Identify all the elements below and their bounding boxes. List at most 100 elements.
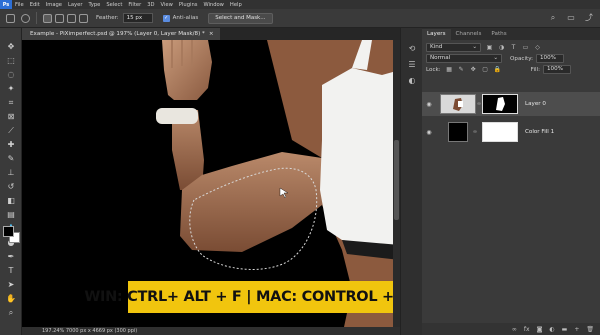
fill-layer-thumbnail	[448, 122, 468, 142]
fill-input[interactable]: 100%	[543, 65, 571, 74]
intersect-selection-icon[interactable]	[79, 13, 88, 23]
scrollbar-thumb[interactable]	[394, 140, 399, 220]
adjustment-filter-icon[interactable]: ◑	[498, 44, 505, 51]
opacity-label: Opacity:	[510, 55, 533, 62]
chevron-down-icon: ⌄	[472, 44, 477, 50]
vertical-scrollbar[interactable]	[393, 40, 400, 327]
feather-label: Feather:	[96, 15, 119, 21]
lock-row: Lock: ▦ ✎ ✥ ▢ 🔒 Fill: 100%	[422, 64, 600, 75]
background-color-swatch[interactable]	[3, 226, 14, 237]
adjustment-icon[interactable]: ◐	[549, 326, 554, 333]
antialias-checkbox[interactable]: ✓	[162, 14, 170, 22]
feather-input[interactable]: 15 px	[122, 13, 153, 23]
filter-row: Kind ⌄ ▣ ◑ T ▭ ◇	[422, 42, 600, 53]
type-tool-icon[interactable]: T	[6, 266, 16, 276]
properties-icon[interactable]: ☰	[407, 60, 417, 70]
adjustments-icon[interactable]: ◐	[407, 76, 417, 86]
kind-label: Kind	[430, 44, 443, 50]
folder-icon[interactable]: ▬	[562, 326, 568, 333]
crop-tool-icon[interactable]: ⌗	[6, 98, 16, 108]
menu-bar: Ps File Edit Image Layer Type Select Fil…	[0, 0, 600, 9]
history-icon[interactable]: ⟲	[407, 44, 417, 54]
move-tool-icon[interactable]: ✥	[6, 42, 16, 52]
eye-icon[interactable]: ◉	[422, 101, 436, 108]
layer-row[interactable]: ◉ ∞ Color Fill 1	[422, 120, 600, 144]
menu-edit[interactable]: Edit	[27, 2, 43, 8]
document-tab[interactable]: Example - PiXimperfect.psd @ 197% (Layer…	[22, 28, 220, 40]
document-title: Example - PiXimperfect.psd @ 197% (Layer…	[30, 31, 205, 37]
search-icon[interactable]: ⌕	[548, 13, 558, 23]
tools-panel: ✥ ⬚ ◌ ✦ ⌗ ⊠ ⟋ ✚ ✎ ⊥ ↺ ◧ ▤ 💧 ● ✒ T ➤ ✋ ⌕	[0, 28, 22, 335]
layers-panel: Layers Channels Paths Kind ⌄ ▣ ◑ T ▭ ◇ No…	[422, 28, 600, 335]
layer-mask-thumbnail[interactable]	[482, 122, 518, 142]
eyedropper-tool-icon[interactable]: ⟋	[6, 126, 16, 136]
options-right-icons: ⌕ ▭ ⤴	[548, 13, 594, 23]
lock-paint-icon[interactable]: ✎	[458, 66, 465, 73]
menu-plugins[interactable]: Plugins	[176, 2, 201, 8]
mask-icon[interactable]: ◙	[537, 326, 543, 333]
layer-mask-thumbnail[interactable]	[482, 94, 518, 114]
menu-select[interactable]: Select	[103, 2, 125, 8]
blend-mode-dropdown[interactable]: Normal ⌄	[426, 54, 502, 63]
brush-tool-icon[interactable]: ✎	[6, 154, 16, 164]
shape-filter-icon[interactable]: ▭	[522, 44, 529, 51]
magic-wand-tool-icon[interactable]: ✦	[6, 84, 16, 94]
gradient-tool-icon[interactable]: ▤	[6, 210, 16, 220]
menu-type[interactable]: Type	[85, 2, 103, 8]
lock-pixels-icon[interactable]: ▦	[446, 66, 453, 73]
menu-image[interactable]: Image	[43, 2, 65, 8]
frame-tool-icon[interactable]: ⊠	[6, 112, 16, 122]
menu-filter[interactable]: Filter	[125, 2, 144, 8]
healing-brush-tool-icon[interactable]: ✚	[6, 140, 16, 150]
type-filter-icon[interactable]: T	[510, 44, 517, 51]
watch	[156, 108, 198, 124]
clone-stamp-tool-icon[interactable]: ⊥	[6, 168, 16, 178]
link-icon[interactable]: ∞	[512, 326, 517, 333]
layer-row[interactable]: ◉ ∞ Layer 0	[422, 92, 600, 116]
menu-window[interactable]: Window	[200, 2, 226, 8]
subtract-selection-icon[interactable]	[67, 13, 76, 23]
zoom-tool-icon[interactable]: ⌕	[6, 308, 16, 318]
menu-help[interactable]: Help	[227, 2, 245, 8]
new-selection-icon[interactable]	[43, 13, 52, 23]
eye-icon[interactable]: ◉	[422, 129, 436, 136]
path-selection-tool-icon[interactable]: ➤	[6, 280, 16, 290]
close-icon[interactable]: ×	[209, 31, 214, 37]
marquee-tool-icon[interactable]: ⬚	[6, 56, 16, 66]
trash-icon[interactable]: 🗑	[586, 326, 594, 333]
new-layer-icon[interactable]: +	[574, 326, 579, 333]
share-icon[interactable]: ⤴	[584, 13, 594, 23]
pen-tool-icon[interactable]: ✒	[6, 252, 16, 262]
layers-footer: ∞ fx ◙ ◐ ▬ + 🗑	[422, 323, 600, 335]
blend-mode-value: Normal	[430, 55, 451, 61]
canvas[interactable]: WIN: CTRL+ ALT + F | MAC: CONTROL + COMM…	[22, 40, 400, 327]
lock-position-icon[interactable]: ✥	[470, 66, 477, 73]
hand-tool-icon[interactable]: ✋	[6, 294, 16, 304]
menu-view[interactable]: View	[158, 2, 176, 8]
divider	[36, 12, 37, 24]
history-brush-tool-icon[interactable]: ↺	[6, 182, 16, 192]
smart-filter-icon[interactable]: ◇	[534, 44, 541, 51]
eraser-tool-icon[interactable]: ◧	[6, 196, 16, 206]
lock-artboard-icon[interactable]: ▢	[482, 66, 489, 73]
kind-filter-dropdown[interactable]: Kind ⌄	[426, 43, 481, 52]
tab-paths[interactable]: Paths	[486, 29, 511, 40]
menu-file[interactable]: File	[12, 2, 27, 8]
tab-channels[interactable]: Channels	[451, 29, 487, 40]
menu-3d[interactable]: 3D	[144, 2, 157, 8]
fx-icon[interactable]: fx	[524, 326, 530, 333]
panel-tabs: Layers Channels Paths	[422, 28, 600, 40]
pixel-filter-icon[interactable]: ▣	[486, 44, 493, 51]
menu-layer[interactable]: Layer	[65, 2, 85, 8]
select-and-mask-button[interactable]: Select and Mask...	[208, 12, 273, 24]
add-selection-icon[interactable]	[55, 13, 64, 23]
home-icon[interactable]	[6, 13, 15, 23]
antialias-label: Anti-alias	[172, 15, 199, 21]
link-icon[interactable]: ∞	[468, 129, 482, 135]
lasso-tool-icon[interactable]: ◌	[6, 70, 16, 80]
lasso-tool-icon[interactable]	[21, 13, 30, 23]
tab-layers[interactable]: Layers	[422, 29, 451, 40]
lock-all-icon[interactable]: 🔒	[494, 66, 501, 73]
opacity-input[interactable]: 100%	[536, 54, 564, 63]
workspace-icon[interactable]: ▭	[566, 13, 576, 23]
